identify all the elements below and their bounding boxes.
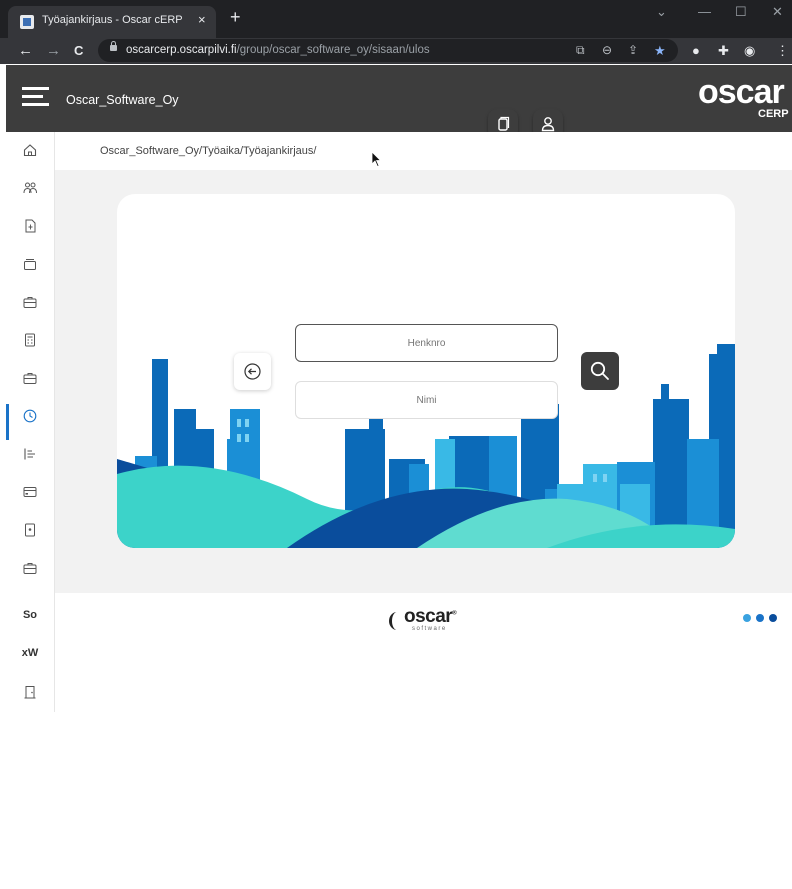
door-icon bbox=[24, 686, 36, 699]
maximize-icon[interactable]: ☐ bbox=[735, 4, 747, 20]
briefcase-icon bbox=[23, 563, 37, 574]
hamburger-icon[interactable] bbox=[22, 87, 49, 107]
url-path: /group/oscar_software_oy/sisaan/ulos bbox=[236, 44, 430, 56]
new-tab-button[interactable]: + bbox=[230, 8, 241, 26]
calculator-icon bbox=[25, 333, 35, 347]
oscar-software-logo-mark-icon bbox=[389, 612, 397, 630]
search-button[interactable] bbox=[581, 352, 619, 390]
list-icon bbox=[24, 448, 35, 460]
henknro-field[interactable] bbox=[295, 324, 558, 362]
arrow-left-circle-icon bbox=[244, 363, 261, 380]
footer-logo-mark: ® bbox=[452, 610, 457, 617]
sidebar-item-list[interactable] bbox=[6, 436, 54, 474]
breadcrumb[interactable]: Oscar_Software_Oy/Työaika/Työajankirjaus… bbox=[100, 145, 316, 157]
url-host: oscarcerp.oscarpilvi.fi bbox=[126, 44, 237, 56]
sidebar-item-inbox[interactable] bbox=[6, 246, 54, 284]
sidebar-item-xw[interactable]: xW bbox=[6, 636, 54, 674]
nimi-input[interactable] bbox=[296, 382, 557, 418]
minimize-icon[interactable]: — bbox=[698, 4, 711, 19]
sidebar-item-briefcase-3[interactable] bbox=[6, 550, 54, 588]
status-dot bbox=[769, 614, 777, 622]
sidebar-item-so[interactable]: So bbox=[6, 598, 54, 636]
sidebar-item-bookmark[interactable] bbox=[6, 512, 54, 550]
footer-logo-text: oscar® bbox=[404, 606, 457, 628]
sidebar-item-calculator[interactable] bbox=[6, 322, 54, 360]
tab-search-icon[interactable]: ⌄ bbox=[656, 4, 667, 20]
lock-icon[interactable] bbox=[110, 41, 117, 51]
share-icon[interactable]: ⇪ bbox=[628, 43, 638, 57]
sidebar-item-briefcase-2[interactable] bbox=[6, 360, 54, 398]
users-icon bbox=[23, 182, 37, 194]
company-name: Oscar_Software_Oy bbox=[66, 93, 179, 107]
briefcase-icon bbox=[23, 297, 37, 308]
open-in-app-icon[interactable]: ⧉ bbox=[576, 43, 585, 58]
sidebar-item-time[interactable] bbox=[6, 398, 54, 436]
document-icon bbox=[25, 219, 36, 233]
sidebar: So xW bbox=[6, 132, 55, 712]
card-icon bbox=[23, 487, 37, 497]
bookmark-star-icon[interactable]: ★ bbox=[654, 43, 666, 59]
henknro-input[interactable] bbox=[296, 325, 557, 361]
bookmark-icon bbox=[25, 523, 35, 537]
sidebar-item-card[interactable] bbox=[6, 474, 54, 512]
footer-logo-main: oscar bbox=[404, 606, 453, 627]
browser-tab[interactable]: Työajankirjaus - Oscar cERP × bbox=[8, 6, 216, 38]
forward-button[interactable]: → bbox=[46, 42, 61, 59]
puzzle-icon[interactable]: ✚ bbox=[718, 42, 729, 59]
address-bar[interactable]: oscarcerp.oscarpilvi.fi/group/oscar_soft… bbox=[98, 39, 678, 62]
search-icon bbox=[590, 361, 609, 380]
nimi-field[interactable] bbox=[295, 381, 558, 419]
home-icon bbox=[23, 144, 37, 157]
sidebar-item-documents[interactable] bbox=[6, 208, 54, 246]
clock-icon bbox=[23, 409, 37, 423]
app-header: Oscar_Software_Oy oscar CERP bbox=[6, 65, 792, 132]
mouse-cursor-icon bbox=[371, 151, 382, 168]
cerp-logo: CERP bbox=[758, 108, 789, 120]
favicon-icon bbox=[20, 15, 34, 29]
zoom-icon[interactable]: ⊖ bbox=[602, 43, 612, 57]
extension-icon[interactable]: ● bbox=[692, 42, 700, 59]
briefcase-icon bbox=[23, 373, 37, 384]
oscar-logo: oscar bbox=[698, 73, 785, 111]
inbox-icon bbox=[24, 259, 36, 270]
profile-icon[interactable]: ◉ bbox=[744, 42, 755, 59]
sidebar-item-so-label: So bbox=[22, 609, 38, 621]
menu-dots-icon[interactable]: ⋮ bbox=[776, 42, 789, 59]
back-arrow-button[interactable] bbox=[234, 353, 271, 390]
status-dot bbox=[743, 614, 751, 622]
url-text[interactable]: oscarcerp.oscarpilvi.fi/group/oscar_soft… bbox=[126, 44, 430, 56]
login-card bbox=[117, 194, 735, 548]
tab-close-icon[interactable]: × bbox=[198, 12, 206, 27]
sidebar-item-home[interactable] bbox=[6, 132, 54, 170]
browser-tab-bar: Työajankirjaus - Oscar cERP × + ⌄ — ☐ ✕ bbox=[0, 0, 792, 38]
sidebar-active-indicator bbox=[6, 404, 9, 440]
footer-logo-sub: software bbox=[412, 626, 447, 632]
city-skyline-illustration bbox=[117, 344, 735, 548]
browser-toolbar: ← → C oscarcerp.oscarpilvi.fi/group/osca… bbox=[0, 38, 792, 64]
sidebar-item-xw-label: xW bbox=[21, 647, 39, 659]
status-dot bbox=[756, 614, 764, 622]
sidebar-item-logout[interactable] bbox=[6, 674, 54, 712]
reload-button[interactable]: C bbox=[74, 42, 83, 59]
back-button[interactable]: ← bbox=[18, 42, 33, 59]
window-close-icon[interactable]: ✕ bbox=[772, 4, 783, 20]
sidebar-item-users[interactable] bbox=[6, 170, 54, 208]
tab-title: Työajankirjaus - Oscar cERP bbox=[42, 14, 183, 26]
sidebar-item-briefcase[interactable] bbox=[6, 284, 54, 322]
